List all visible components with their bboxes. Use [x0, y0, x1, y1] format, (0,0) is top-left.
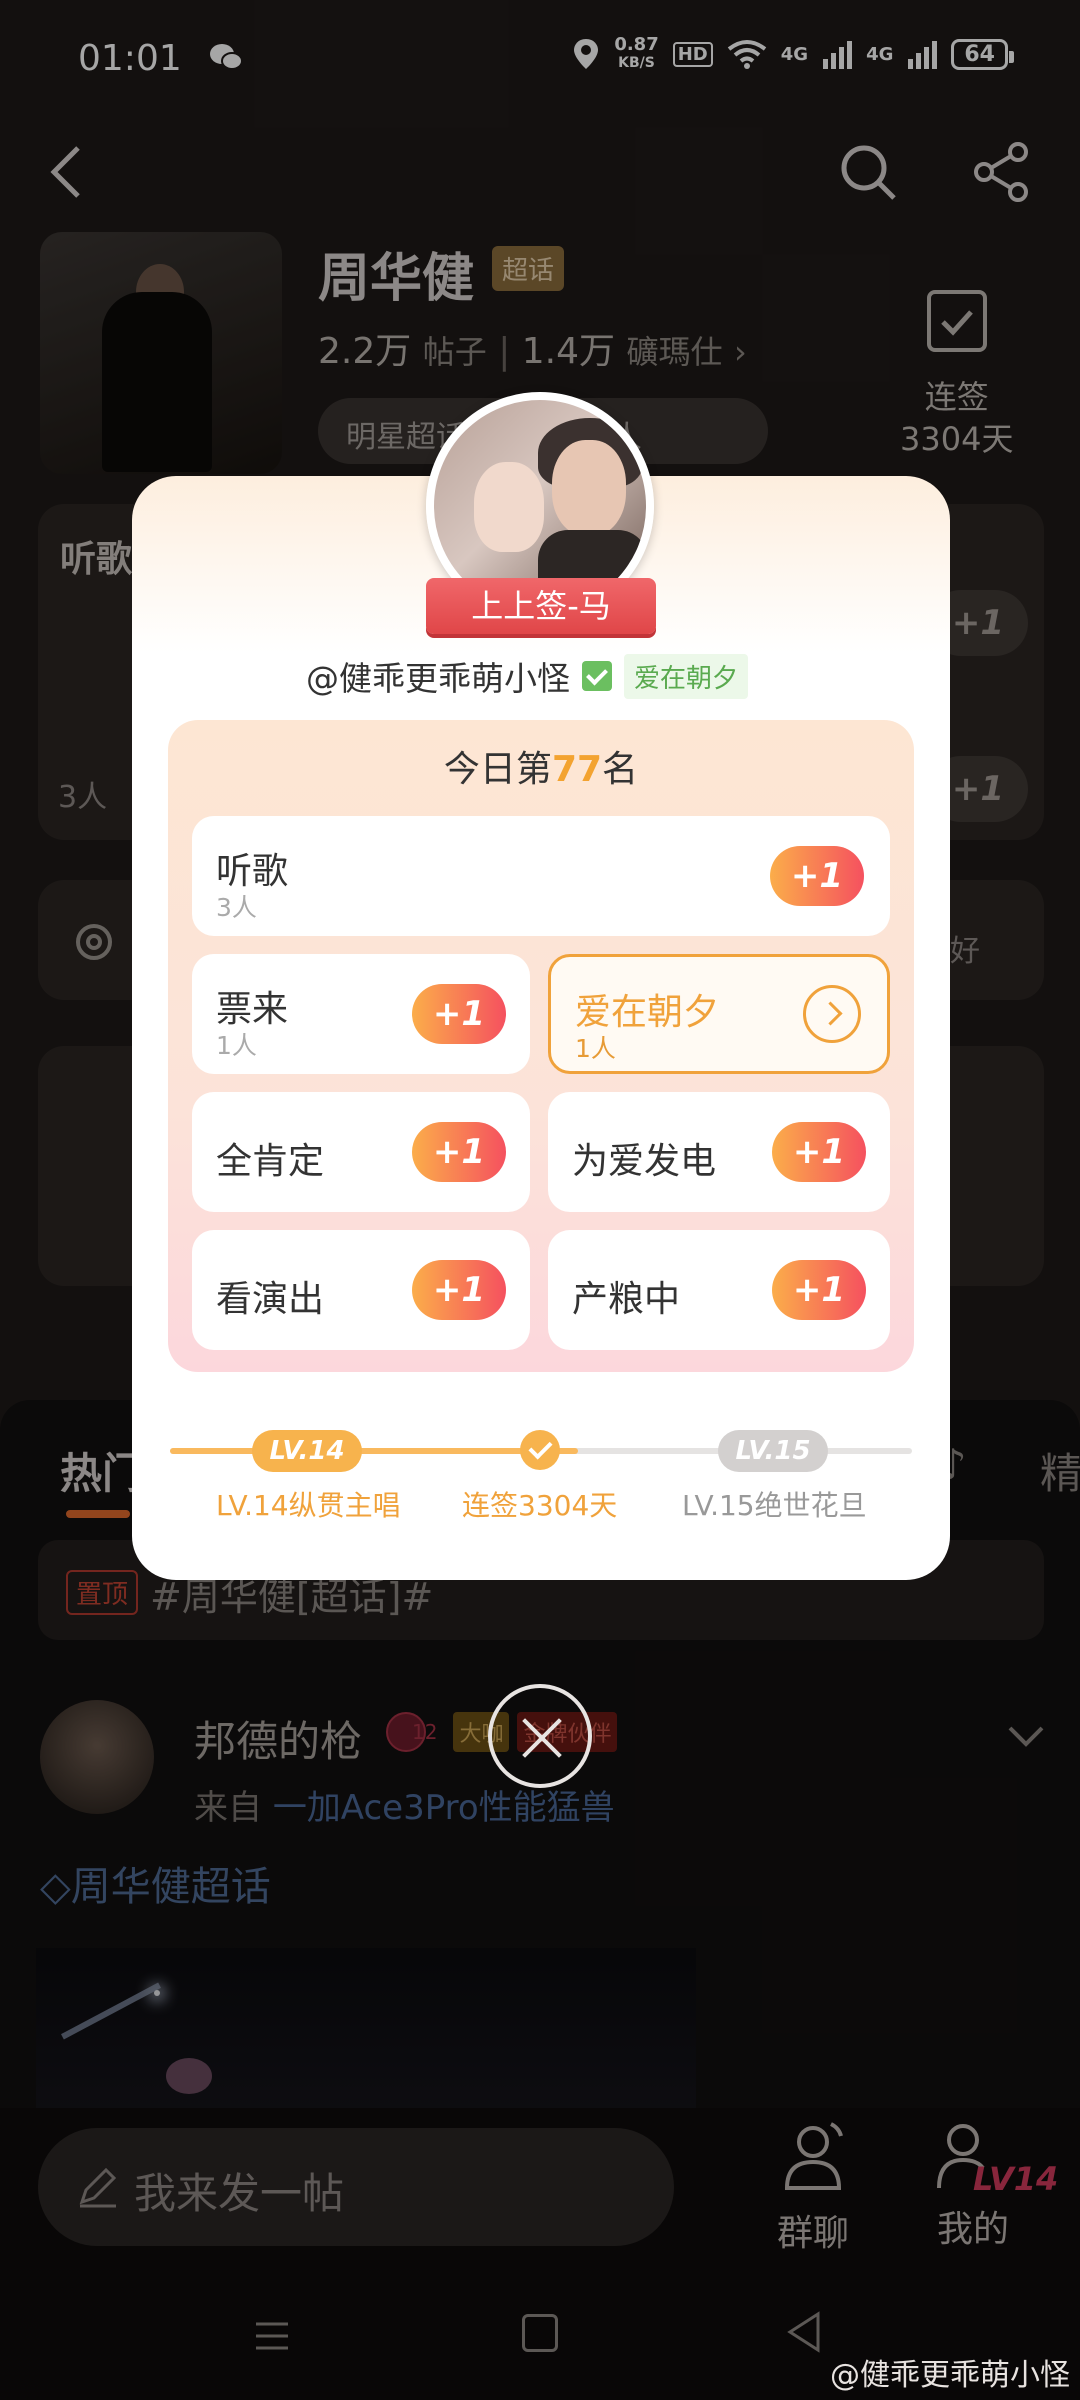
current-level-badge: LV.14 [252, 1430, 362, 1472]
plus-one-button[interactable]: +1 [772, 1260, 866, 1320]
user-handle: @健乖更乖萌小怪 [306, 659, 570, 698]
rank-suffix: 名 [602, 749, 639, 790]
item-count: 1人 [216, 1031, 257, 1060]
current-level-label: LV.14纵贯主唱 [216, 1489, 401, 1522]
avatar-face-1 [474, 462, 544, 552]
item-count: 1人 [575, 1034, 616, 1063]
checkin-item-tingge[interactable]: 听歌 3人 +1 [192, 816, 890, 936]
rank-number: 77 [551, 749, 603, 790]
checkin-streak-label: 连签3304天 [462, 1489, 618, 1522]
item-label: 为爱发电 [572, 1141, 717, 1182]
checkin-item-chanliangzhong[interactable]: 产粮中 +1 [548, 1230, 890, 1350]
plus-one-button[interactable]: +1 [772, 1122, 866, 1182]
item-label: 产粮中 [572, 1279, 681, 1320]
rank-text: 今日第77名 [168, 740, 914, 792]
checkin-item-kanyanchu[interactable]: 看演出 +1 [192, 1230, 530, 1350]
next-level-badge: LV.15 [718, 1430, 828, 1472]
level-progress-fill [170, 1448, 579, 1454]
checkin-item-aizaizhaoxi[interactable]: 爱在朝夕 1人 [548, 954, 890, 1074]
item-label: 看演出 [216, 1279, 325, 1320]
chevron-right-circle-icon[interactable] [803, 985, 861, 1043]
checkin-item-piaolai[interactable]: 票来 1人 +1 [192, 954, 530, 1074]
verified-icon [582, 661, 612, 691]
rank-prefix: 今日第 [443, 749, 552, 790]
close-icon[interactable] [488, 1684, 592, 1788]
item-label: 全肯定 [216, 1141, 325, 1182]
item-label: 爱在朝夕 [575, 992, 720, 1033]
fortune-ribbon: 上上签-马 [426, 578, 656, 634]
next-level-label: LV.15绝世花旦 [682, 1489, 867, 1522]
plus-one-button[interactable]: +1 [770, 846, 864, 906]
checkin-item-weiaifadian[interactable]: 为爱发电 +1 [548, 1092, 890, 1212]
user-fan-tag: 爱在朝夕 [624, 653, 749, 699]
item-label: 听歌 [216, 851, 289, 892]
plus-one-button[interactable]: +1 [412, 1122, 506, 1182]
watermark: @健乖更乖萌小怪 [830, 2358, 1070, 2393]
checkin-item-quankending[interactable]: 全肯定 +1 [192, 1092, 530, 1212]
plus-one-button[interactable]: +1 [412, 984, 506, 1044]
item-count: 3人 [216, 893, 257, 922]
user-handle-row: @健乖更乖萌小怪 爱在朝夕 [306, 652, 749, 700]
item-label: 票来 [216, 989, 289, 1030]
plus-one-button[interactable]: +1 [412, 1260, 506, 1320]
checkmark-icon [520, 1430, 560, 1470]
avatar-face-2 [552, 440, 626, 536]
